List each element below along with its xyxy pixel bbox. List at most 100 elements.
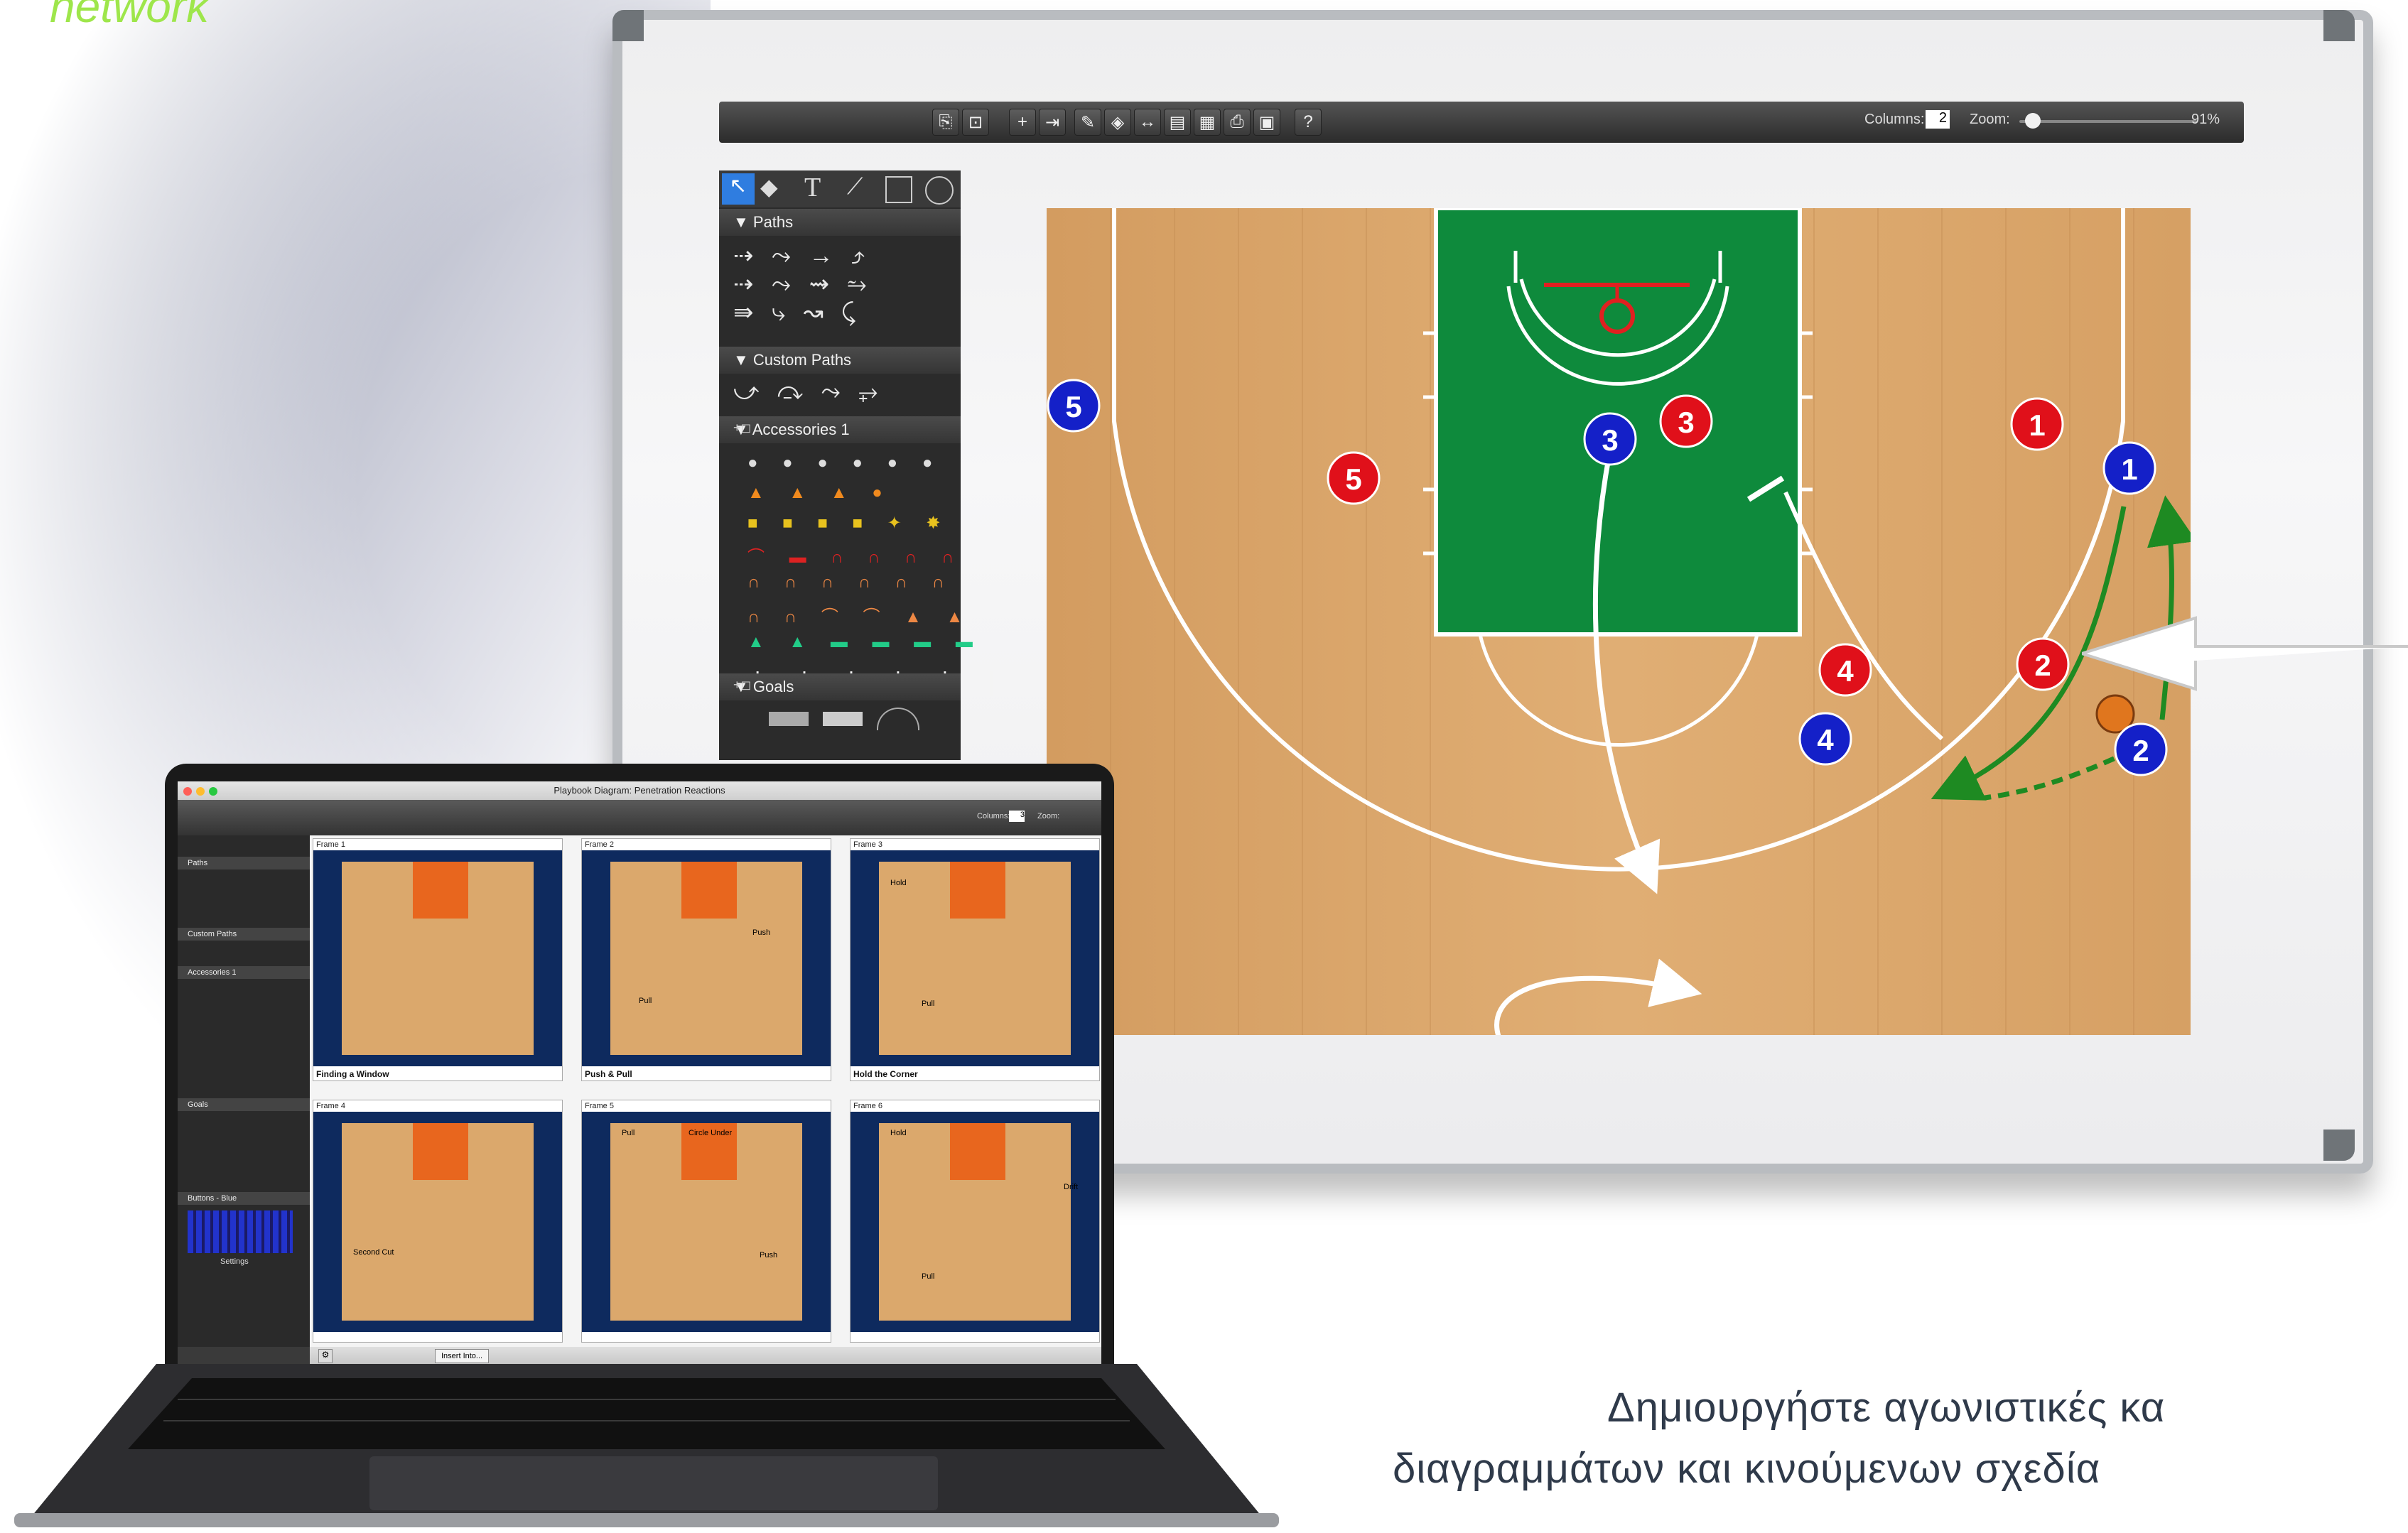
zoom-window-icon[interactable] <box>209 787 217 796</box>
defense-player-5[interactable]: 5 <box>1047 379 1101 433</box>
eraser-tool-icon[interactable]: ◆ <box>760 173 778 200</box>
path-glyphs-row[interactable]: ⇢ ⤳ ⇝ ⥲ <box>733 270 873 298</box>
new-diagram-icon[interactable]: ⎘ <box>932 109 959 136</box>
laptop-window-title: Playbook Diagram: Penetration Reactions <box>178 781 1101 800</box>
accessories-row[interactable]: ● ● ● ● ● ● <box>747 453 942 473</box>
help-icon[interactable]: ? <box>1295 109 1322 136</box>
svg-text:5: 5 <box>1065 390 1081 423</box>
close-window-icon[interactable] <box>183 787 192 796</box>
select-tool-icon[interactable]: ↖ <box>722 173 755 205</box>
frame-2[interactable]: Frame 2 Push Pull Push & Pull <box>581 838 831 1081</box>
accessories-section-header[interactable]: ▼ Accessories 1 +◻ <box>719 416 961 443</box>
ellipse-tool-icon[interactable] <box>925 176 954 205</box>
court-diagram[interactable]: 1 2 3 4 5 1 2 3 4 5 <box>1047 208 2191 1035</box>
defense-player-1[interactable]: 1 <box>2102 441 2156 495</box>
frame-1[interactable]: Frame 1 Finding a Window <box>313 838 563 1081</box>
laptop-settings-label[interactable]: Settings <box>220 1257 249 1266</box>
offense-player-2[interactable]: 2 <box>2016 637 2070 691</box>
paths-section-header[interactable]: ▼ Paths <box>719 209 961 236</box>
columns-stepper[interactable]: 2 <box>1926 110 1950 129</box>
zoom-label: Zoom: <box>1970 112 2010 127</box>
flip-icon[interactable]: ↔ <box>1134 109 1161 136</box>
laptop-palette <box>178 835 310 1347</box>
laptop-buttons-swatches[interactable] <box>188 1210 293 1253</box>
goal-glyph[interactable] <box>877 708 919 730</box>
text-tool-icon[interactable]: T <box>804 172 821 203</box>
zoom-slider-thumb[interactable] <box>2025 113 2041 129</box>
frame-4[interactable]: Frame 4 Second Cut <box>313 1100 563 1343</box>
laptop-columns-label: Columns: <box>977 812 1010 820</box>
frame-6[interactable]: Frame 6 Hold Drift Pull <box>850 1100 1100 1343</box>
accessories-row[interactable]: ∩ ∩ ∩ ∩ ∩ ∩ <box>747 573 954 592</box>
frame-caption: Hold the Corner <box>853 1069 918 1079</box>
accessories-row[interactable]: ⌒ ▬ ∩ ∩ ∩ ∩ <box>747 543 963 568</box>
accessories-row[interactable]: ▲ ▲ ▲ ● <box>747 483 892 503</box>
laptop-goals-header[interactable]: Goals <box>178 1098 310 1111</box>
export-icon[interactable]: ▣ <box>1253 109 1280 136</box>
frame-note: Drift <box>1064 1183 1079 1191</box>
open-folder-icon[interactable]: ⊡ <box>962 109 989 136</box>
tool-row: ↖ ◆ T ⟋ <box>719 170 961 207</box>
defense-player-3[interactable]: 3 <box>1583 412 1637 466</box>
insert-frame-icon[interactable]: ⇥ <box>1039 109 1066 136</box>
offense-player-1[interactable]: 1 <box>2010 397 2064 451</box>
eraser-icon[interactable]: ◈ <box>1104 109 1131 136</box>
laptop-buttons-header[interactable]: Buttons - Blue <box>178 1192 310 1205</box>
accessories-row[interactable]: ∩ ∩ ⌒ ⌒ ▲ ▲ <box>747 602 973 627</box>
laptop-bottom-bar: ⚙ Insert Into... <box>310 1347 1101 1364</box>
board-corner <box>2323 10 2355 41</box>
frame-caption: Push & Pull <box>585 1069 632 1079</box>
laptop-zoom-label: Zoom: <box>1037 812 1060 820</box>
brush-tool-icon[interactable]: ⟋ <box>847 173 863 200</box>
svg-text:4: 4 <box>1837 654 1854 688</box>
svg-text:4: 4 <box>1817 723 1834 757</box>
goal-glyph[interactable] <box>769 712 809 726</box>
frame-label: Frame 5 <box>585 1102 614 1110</box>
defense-player-2[interactable]: 2 <box>2114 722 2168 776</box>
defense-player-4[interactable]: 4 <box>1798 712 1852 766</box>
pencil-icon[interactable]: ✎ <box>1074 109 1101 136</box>
frame-label: Frame 4 <box>316 1102 345 1110</box>
frame-note: Pull <box>922 1000 935 1008</box>
caption-line-2: διαγραμμάτων και κινούμενων σχεδία <box>1393 1446 2101 1492</box>
single-column-icon[interactable]: ▤ <box>1164 109 1191 136</box>
svg-text:1: 1 <box>2121 453 2137 486</box>
frame-label: Frame 1 <box>316 840 345 849</box>
board-corner <box>612 10 644 41</box>
offense-player-5[interactable]: 5 <box>1327 451 1381 505</box>
minimize-window-icon[interactable] <box>196 787 205 796</box>
mini-court: Push Pull <box>582 850 831 1066</box>
rectangle-tool-icon[interactable] <box>885 176 912 203</box>
gear-icon[interactable]: ⚙ <box>318 1349 333 1363</box>
zoom-slider[interactable] <box>2019 120 2197 123</box>
offense-player-3[interactable]: 3 <box>1659 394 1713 448</box>
print-icon[interactable]: ⎙ <box>1224 109 1251 136</box>
laptop-custom-paths-header[interactable]: Custom Paths <box>178 928 310 941</box>
goals-section-header[interactable]: ▼ Goals +◻ <box>719 673 961 700</box>
frame-3[interactable]: Frame 3 Hold Pull Hold the Corner <box>850 838 1100 1081</box>
tool-palette: ↖ ◆ T ⟋ ▼ Paths ⇢ ⤳ → ⤴ ⇢ ⤳ ⇝ ⥲ ⇛ ⤷ ↝ ⤹ … <box>719 170 1002 760</box>
frame-5[interactable]: Frame 5 Pull Circle Under Push <box>581 1100 831 1343</box>
add-frame-icon[interactable]: + <box>1009 109 1036 136</box>
laptop-columns-stepper[interactable]: 3 <box>1009 811 1025 822</box>
svg-text:1: 1 <box>2029 408 2045 442</box>
accessories-row[interactable]: ■ ■ ■ ■ ✦ ✸ <box>747 513 951 533</box>
frame-label: Frame 2 <box>585 840 614 849</box>
laptop-paths-header[interactable]: Paths <box>178 857 310 870</box>
accessories-row[interactable]: ▲ ▲ ▬ ▬ ▬ ▬ <box>747 632 983 652</box>
insert-into-button[interactable]: Insert Into... <box>435 1349 490 1363</box>
columns-label: Columns: <box>1864 112 1925 127</box>
laptop-frames-grid: Frame 1 Finding a Window Frame 2 Push Pu… <box>310 835 1101 1347</box>
logo-mark: S <box>0 0 33 42</box>
laptop-accessories-header[interactable]: Accessories 1 <box>178 966 310 979</box>
frame-note: Push <box>760 1251 778 1260</box>
path-glyphs-row[interactable]: ⇛ ⤷ ↝ ⤹ <box>733 298 862 327</box>
path-glyphs-row[interactable]: ⇢ ⤳ → ⤴ <box>733 242 870 270</box>
custom-path-glyphs-row[interactable]: ⤻ ⤼ ⤳ ⥅ <box>733 378 883 406</box>
custom-paths-section-header[interactable]: ▼ Custom Paths <box>719 347 961 374</box>
caption-line-1: Δημιουργήστε αγωνιστικές κα <box>1607 1385 2166 1431</box>
paths-label: Paths <box>752 213 794 231</box>
offense-player-4[interactable]: 4 <box>1818 643 1872 697</box>
goal-glyph[interactable] <box>823 712 863 726</box>
grid-view-icon[interactable]: ▦ <box>1194 109 1221 136</box>
